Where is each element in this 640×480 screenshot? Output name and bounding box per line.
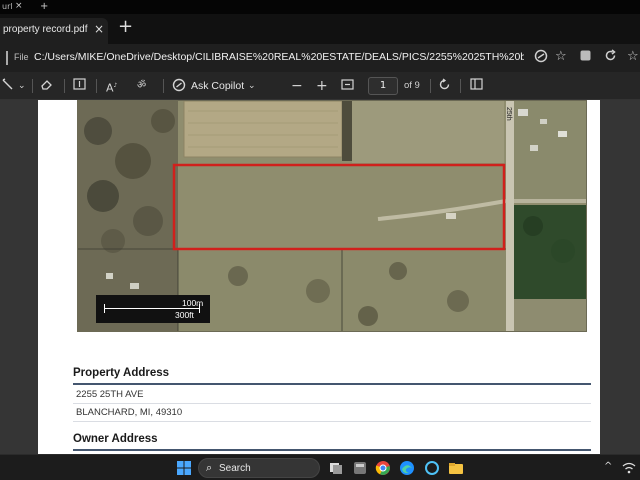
favorite-star-icon[interactable]: ☆ [555, 49, 567, 65]
scale-line [104, 308, 200, 309]
file-explorer-icon[interactable] [448, 460, 464, 476]
wifi-icon[interactable] [622, 460, 636, 474]
pdf-page: 100m 300ft 25th Property Address 2255 25… [38, 100, 600, 454]
toolbar-divider [96, 79, 97, 93]
search-icon: ⌕ [206, 461, 213, 474]
tab-bar: property record.pdf × + [0, 14, 640, 44]
new-tab-icon[interactable]: + [118, 17, 133, 37]
task-view-icon[interactable] [328, 460, 344, 476]
taskbar-search-box[interactable]: ⌕ Search [198, 458, 320, 478]
aerial-map-image: 100m 300ft 25th [77, 100, 587, 332]
toolbar-divider [163, 79, 164, 93]
row-divider [73, 421, 591, 422]
draw-chevron-down-icon[interactable]: ⌄ [18, 78, 26, 94]
address-bar: File C:/Users/MIKE/OneDrive/Desktop/CILI… [0, 44, 640, 72]
property-address-line2: BLANCHARD, MI, 49310 [76, 407, 183, 418]
zoom-in-button[interactable]: + [316, 78, 328, 94]
text-box-icon[interactable] [73, 78, 86, 94]
road-label: 25th [505, 107, 512, 121]
taskbar: ⌕ Search ^ [0, 454, 640, 480]
zoom-out-button[interactable]: − [291, 78, 303, 94]
site-info-icon[interactable] [0, 51, 8, 65]
copilot-chevron-down-icon[interactable]: ⌄ [248, 78, 256, 94]
page-view-icon[interactable] [470, 78, 483, 94]
edge-icon[interactable] [399, 460, 415, 476]
windows-start-icon[interactable] [176, 460, 192, 476]
read-aloud-icon[interactable]: A♪ [106, 78, 117, 97]
scale-metric-label: 100m [182, 298, 204, 308]
copilot-icon[interactable] [534, 49, 548, 68]
background-tab-close-icon[interactable]: × [15, 0, 23, 13]
ask-copilot-button[interactable]: Ask Copilot [191, 80, 244, 92]
toolbar-divider [430, 79, 431, 93]
chrome-icon[interactable] [375, 460, 391, 476]
section-divider [73, 449, 591, 451]
copilot-icon[interactable] [172, 78, 186, 96]
tab-close-icon[interactable]: × [94, 22, 104, 36]
section-divider [73, 383, 591, 385]
page-number-input[interactable]: 1 [368, 77, 398, 95]
draw-icon[interactable] [2, 78, 14, 94]
background-tab-strip: url × + [0, 0, 640, 14]
property-address-line1: 2255 25TH AVE [76, 389, 144, 400]
favorites-icon[interactable]: ☆ [627, 49, 639, 65]
tray-chevron-up-icon[interactable]: ^ [604, 461, 612, 472]
toolbar-divider [460, 79, 461, 93]
pdf-toolbar: ⌄ A♪ ॐ Ask Copilot ⌄ − + 1 of 9 [0, 72, 640, 100]
refresh-icon[interactable] [604, 49, 617, 67]
translate-icon[interactable]: ॐ [137, 78, 146, 94]
cortana-icon[interactable] [424, 460, 440, 476]
toolbar-divider [32, 79, 33, 93]
file-scheme-label: File [14, 52, 29, 62]
background-new-tab-icon[interactable]: + [40, 0, 48, 13]
owner-address-heading: Owner Address [73, 433, 158, 445]
fit-to-page-icon[interactable] [341, 78, 354, 94]
extension-icon[interactable] [579, 49, 592, 67]
taskbar-search-label: Search [219, 463, 251, 474]
url-field[interactable]: C:/Users/MIKE/OneDrive/Desktop/CILIBRAIS… [34, 51, 524, 63]
property-address-heading: Property Address [73, 367, 170, 379]
tab-title: property record.pdf [3, 24, 88, 35]
toolbar-divider [64, 79, 65, 93]
eraser-icon[interactable] [40, 78, 54, 94]
rotate-icon[interactable] [438, 78, 451, 95]
row-divider [73, 403, 591, 404]
pdf-viewer[interactable]: 100m 300ft 25th Property Address 2255 25… [0, 100, 640, 454]
map-scale-bar: 100m 300ft [96, 295, 210, 323]
widgets-icon[interactable] [352, 460, 368, 476]
tab-property-record[interactable]: property record.pdf × [0, 18, 108, 44]
scale-imperial-label: 300ft [175, 310, 194, 320]
page-count: of 9 [404, 80, 420, 91]
screen: url × + property record.pdf × + File C:/… [0, 0, 640, 480]
